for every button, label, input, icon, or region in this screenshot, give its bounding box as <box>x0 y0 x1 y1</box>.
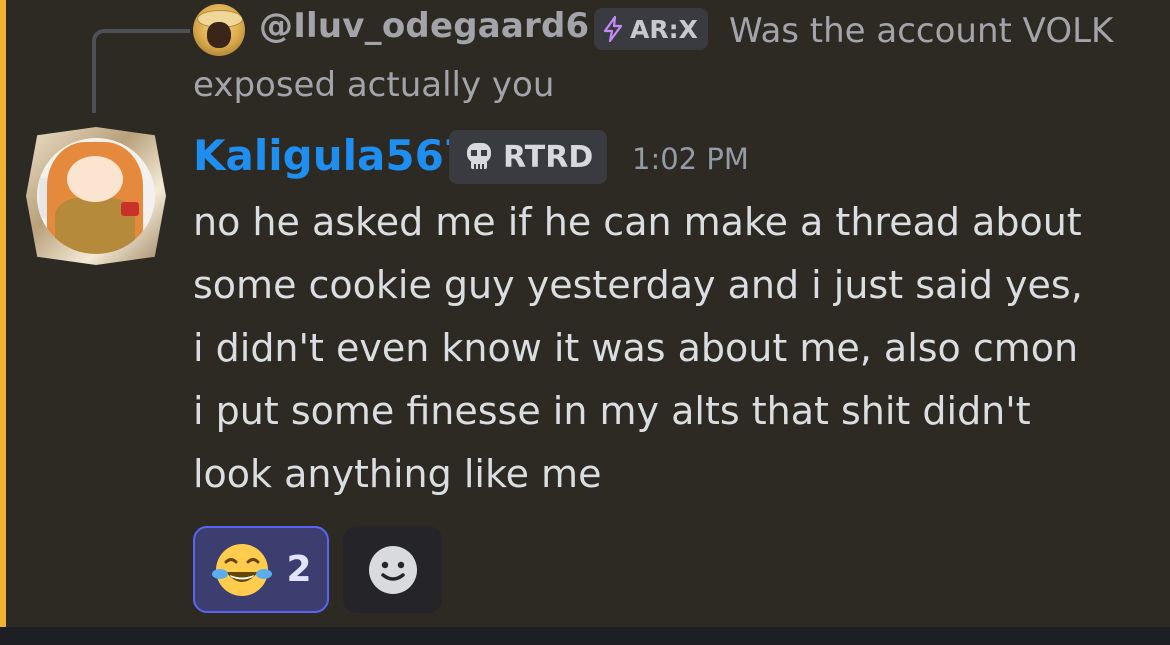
reaction-count: 2 <box>286 549 312 590</box>
author-server-tag-label: RTRD <box>503 139 594 175</box>
reaction-button[interactable]: 2 <box>193 526 329 613</box>
smiley-add-reaction-icon <box>368 545 417 594</box>
author-avatar[interactable] <box>37 138 155 254</box>
reply-connector-line <box>92 29 190 113</box>
skull-icon <box>467 143 491 169</box>
add-reaction-button[interactable] <box>343 526 442 613</box>
joy-emoji-icon <box>212 543 273 596</box>
message-author-name[interactable]: Kaligula567 <box>193 131 473 180</box>
reply-message-preview[interactable]: Was the account VOLK exposed actually yo… <box>193 4 1153 112</box>
author-server-tag[interactable]: RTRD <box>449 130 608 184</box>
channel-footer-strip <box>0 627 1170 645</box>
message-timestamp[interactable]: 1:02 PM <box>632 142 749 176</box>
message-content: no he asked me if he can make a thread a… <box>193 200 1083 496</box>
mention-highlight-bar <box>0 0 6 627</box>
